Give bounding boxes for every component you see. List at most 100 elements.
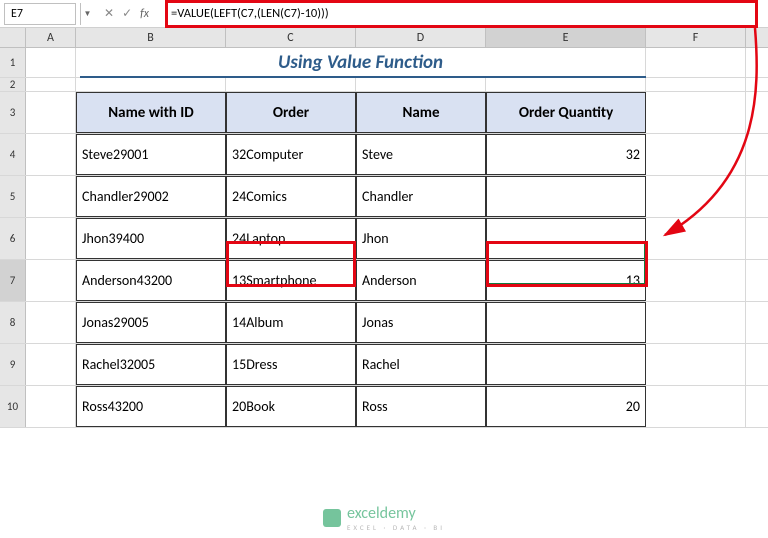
row-7: 7 Anderson43200 13Smartphone Anderson 13 [0,260,768,302]
cell-e10[interactable]: 20 [486,386,646,427]
cell-d7[interactable]: Anderson [356,260,486,301]
row-header[interactable]: 1 [0,48,26,77]
cell[interactable] [646,344,746,385]
cell[interactable] [26,302,76,343]
cell-e5[interactable] [486,176,646,217]
fx-icon[interactable]: fx [140,7,149,21]
col-header-b[interactable]: B [76,28,226,47]
col-header-f[interactable]: F [646,28,746,47]
row-1: 1 Using Value Function [0,48,768,78]
cell[interactable] [26,134,76,175]
row-header[interactable]: 4 [0,134,26,175]
cell[interactable] [26,78,76,91]
row-9: 9 Rachel32005 15Dress Rachel [0,344,768,386]
header-name[interactable]: Name [356,92,486,133]
cell-e8[interactable] [486,302,646,343]
row-header[interactable]: 6 [0,218,26,259]
cell-c9[interactable]: 15Dress [226,344,356,385]
cell[interactable] [26,218,76,259]
cell[interactable] [646,78,746,91]
cell-c6[interactable]: 24Laptop [226,218,356,259]
name-box-dropdown[interactable]: ▼ [80,3,94,25]
cell[interactable] [26,344,76,385]
row-header[interactable]: 10 [0,386,26,427]
row-6: 6 Jhon39400 24Laptop Jhon [0,218,768,260]
cell-d5[interactable]: Chandler [356,176,486,217]
row-header[interactable]: 9 [0,344,26,385]
cell[interactable] [646,260,746,301]
row-header[interactable]: 3 [0,92,26,133]
cell-b6[interactable]: Jhon39400 [76,218,226,259]
title-underline [80,76,646,78]
col-header-c[interactable]: C [226,28,356,47]
watermark-brand: exceldemy [347,504,445,523]
cell-c4[interactable]: 32Computer [226,134,356,175]
watermark: exceldemy EXCEL · DATA · BI [323,504,445,532]
grid-rows: 1 Using Value Function 2 3 Name with ID … [0,48,768,428]
formula-bar-icons: ✕ ✓ fx [94,6,165,21]
cell-c10[interactable]: 20Book [226,386,356,427]
cell[interactable] [646,302,746,343]
row-header[interactable]: 2 [0,78,26,91]
cell[interactable] [646,386,746,427]
cell[interactable] [26,260,76,301]
enter-icon[interactable]: ✓ [122,6,132,21]
formula-input[interactable] [165,3,768,25]
name-box[interactable]: E7 [4,3,76,25]
row-header[interactable]: 7 [0,260,26,301]
row-5: 5 Chandler29002 24Comics Chandler [0,176,768,218]
cell-d9[interactable]: Rachel [356,344,486,385]
cell-b7[interactable]: Anderson43200 [76,260,226,301]
cell-b4[interactable]: Steve29001 [76,134,226,175]
col-header-e[interactable]: E [486,28,646,47]
watermark-sub: EXCEL · DATA · BI [347,523,445,532]
cell[interactable] [646,176,746,217]
cell[interactable] [226,78,356,91]
cell-e9[interactable] [486,344,646,385]
cancel-icon[interactable]: ✕ [104,6,114,21]
col-header-a[interactable]: A [26,28,76,47]
cell[interactable] [26,386,76,427]
cell-e7[interactable]: 13 [486,260,646,301]
row-header[interactable]: 5 [0,176,26,217]
cell[interactable] [646,134,746,175]
cell-b8[interactable]: Jonas29005 [76,302,226,343]
title-cell[interactable]: Using Value Function [76,48,646,77]
cell[interactable] [646,92,746,133]
header-order[interactable]: Order [226,92,356,133]
cell[interactable] [26,176,76,217]
cell[interactable] [646,48,746,77]
row-10: 10 Ross43200 20Book Ross 20 [0,386,768,428]
cell[interactable] [646,218,746,259]
cell-d4[interactable]: Steve [356,134,486,175]
col-header-d[interactable]: D [356,28,486,47]
cell-c7[interactable]: 13Smartphone [226,260,356,301]
header-order-quantity[interactable]: Order Quantity [486,92,646,133]
cell-b9[interactable]: Rachel32005 [76,344,226,385]
cell-c8[interactable]: 14Album [226,302,356,343]
cell[interactable] [356,78,486,91]
cell-e6[interactable] [486,218,646,259]
column-headers: A B C D E F [0,28,768,48]
cell[interactable] [26,92,76,133]
cell-d10[interactable]: Ross [356,386,486,427]
name-box-value: E7 [11,7,23,21]
cell-b5[interactable]: Chandler29002 [76,176,226,217]
row-3: 3 Name with ID Order Name Order Quantity [0,92,768,134]
header-name-with-id[interactable]: Name with ID [76,92,226,133]
select-all-corner[interactable] [0,28,26,47]
formula-bar: E7 ▼ ✕ ✓ fx [0,0,768,28]
spreadsheet-grid: A B C D E F 1 Using Value Function 2 3 N… [0,28,768,428]
cell-d8[interactable]: Jonas [356,302,486,343]
cell[interactable] [486,78,646,91]
cell-b10[interactable]: Ross43200 [76,386,226,427]
cell-c5[interactable]: 24Comics [226,176,356,217]
row-header[interactable]: 8 [0,302,26,343]
cell-d6[interactable]: Jhon [356,218,486,259]
cell[interactable] [76,78,226,91]
cell-e4[interactable]: 32 [486,134,646,175]
cell[interactable] [26,48,76,77]
row-2: 2 [0,78,768,92]
row-8: 8 Jonas29005 14Album Jonas [0,302,768,344]
row-4: 4 Steve29001 32Computer Steve 32 [0,134,768,176]
